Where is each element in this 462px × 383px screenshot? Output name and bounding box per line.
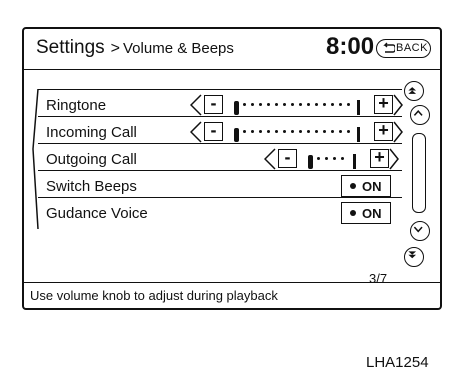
ringtone-control: - +	[190, 94, 403, 116]
back-button[interactable]: BACK	[376, 39, 431, 58]
list-item-switch-beeps[interactable]: Switch Beeps ON	[38, 172, 402, 198]
chevron-down-icon	[413, 226, 423, 233]
outgoing-call-control: - +	[264, 148, 402, 170]
ringtone-label: Ringtone	[46, 97, 107, 114]
ringtone-plus-button[interactable]: +	[374, 94, 393, 114]
page-subtitle: Volume & Beeps	[123, 40, 234, 57]
row-divider	[38, 170, 402, 171]
back-button-label: BACK	[396, 42, 428, 54]
breadcrumb: Settings > Volume & Beeps	[36, 37, 234, 59]
breadcrumb-separator: >	[110, 40, 120, 57]
slider-end	[357, 127, 360, 142]
help-text: Use volume knob to adjust during playbac…	[30, 288, 278, 303]
slider-end	[353, 154, 356, 169]
double-chevron-up-icon	[408, 87, 417, 94]
ringtone-minus-button[interactable]: -	[204, 94, 223, 114]
back-arrow-icon	[383, 42, 395, 53]
row-divider	[38, 197, 402, 198]
guidance-voice-state: ON	[362, 206, 382, 221]
outgoing-call-minus-button[interactable]: -	[278, 148, 297, 168]
list-item-ringtone[interactable]: Ringtone - +	[38, 91, 403, 117]
row-divider	[38, 143, 402, 144]
list-top-border	[38, 89, 402, 90]
row-divider	[38, 116, 402, 117]
bracket-right-icon	[389, 148, 399, 170]
scroll-up-button[interactable]	[410, 105, 430, 125]
clock: 8:00	[326, 33, 375, 60]
incoming-call-minus-button[interactable]: -	[204, 121, 223, 141]
incoming-call-volume-slider[interactable]	[234, 127, 364, 142]
toggle-indicator-icon	[350, 210, 356, 216]
switch-beeps-toggle[interactable]: ON	[341, 175, 391, 197]
slider-end	[357, 100, 360, 115]
double-chevron-down-icon	[408, 251, 417, 259]
bracket-left-icon	[190, 94, 202, 116]
list-frame-left	[32, 89, 39, 229]
scrollbar-track[interactable]	[412, 133, 426, 213]
slider-knob[interactable]	[308, 155, 313, 169]
list-item-outgoing-call[interactable]: Outgoing Call - +	[38, 145, 402, 171]
slider-track	[317, 157, 351, 163]
scroll-down-button[interactable]	[410, 221, 430, 241]
status-bar: Use volume knob to adjust during playbac…	[24, 282, 440, 309]
page-title: Settings	[36, 37, 105, 58]
scroll-up-fast-button[interactable]	[404, 81, 424, 101]
slider-knob[interactable]	[234, 101, 239, 115]
ringtone-volume-slider[interactable]	[234, 100, 364, 115]
switch-beeps-label: Switch Beeps	[46, 178, 137, 195]
slider-knob[interactable]	[234, 128, 239, 142]
guidance-voice-toggle[interactable]: ON	[341, 202, 391, 224]
header-bar: Settings > Volume & Beeps 8:00 BACK	[24, 29, 440, 70]
chevron-up-icon	[413, 109, 423, 116]
incoming-call-plus-button[interactable]: +	[374, 121, 393, 141]
slider-track	[243, 103, 353, 109]
switch-beeps-state: ON	[362, 179, 382, 194]
incoming-call-label: Incoming Call	[46, 124, 137, 141]
outgoing-call-label: Outgoing Call	[46, 151, 137, 168]
bracket-left-icon	[190, 121, 202, 143]
guidance-voice-label: Gudance Voice	[46, 205, 148, 222]
incoming-call-control: - +	[190, 121, 403, 143]
list-item-guidance-voice[interactable]: Gudance Voice ON	[38, 199, 402, 225]
figure-code: LHA1254	[366, 354, 429, 371]
display-screen: Settings > Volume & Beeps 8:00 BACK Ringto…	[22, 27, 442, 310]
list-item-incoming-call[interactable]: Incoming Call - +	[38, 118, 403, 144]
outgoing-call-volume-slider[interactable]	[308, 154, 360, 169]
scroll-sidebar	[402, 81, 434, 271]
toggle-indicator-icon	[350, 183, 356, 189]
bracket-left-icon	[264, 148, 276, 170]
slider-track	[243, 130, 353, 136]
outgoing-call-plus-button[interactable]: +	[370, 148, 389, 168]
scroll-down-fast-button[interactable]	[404, 247, 424, 267]
